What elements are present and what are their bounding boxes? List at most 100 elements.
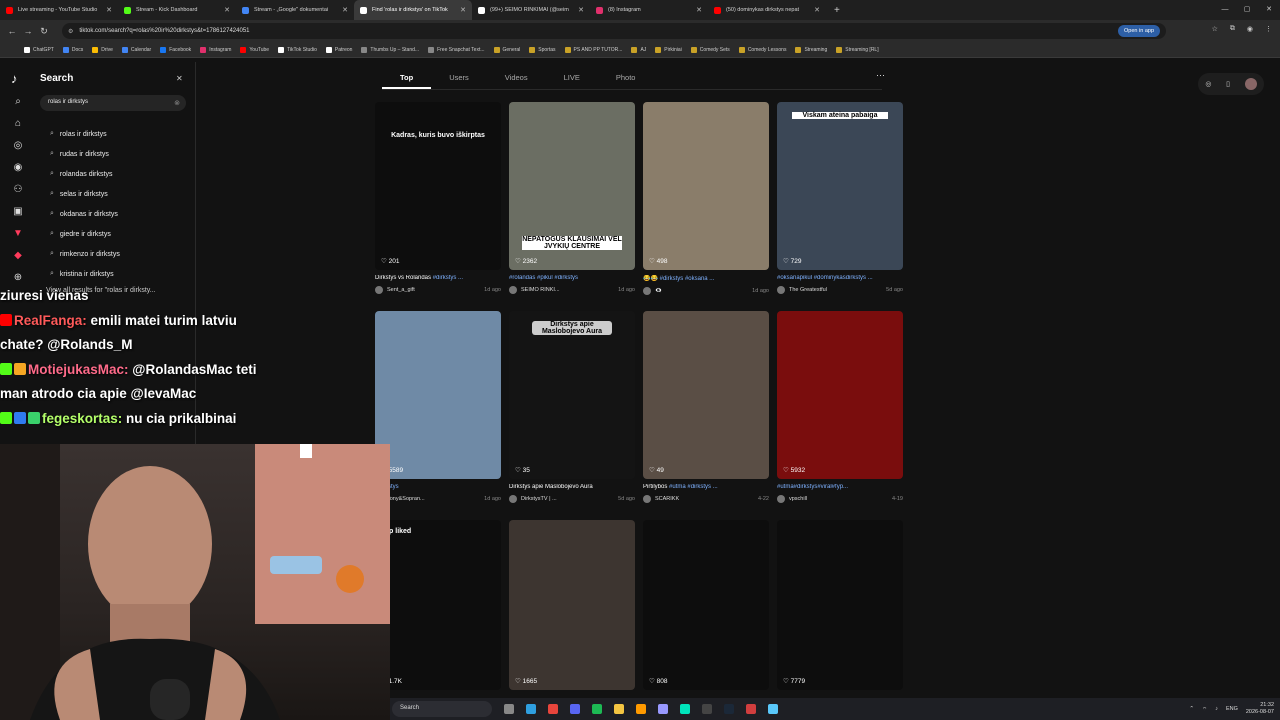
home-icon[interactable]: ⌂ bbox=[10, 118, 26, 140]
author-name[interactable]: Tony&Sopran... bbox=[387, 496, 425, 502]
browser-tab[interactable]: (50) dominykas dirkstys nepat ✕ bbox=[708, 0, 826, 20]
author-name[interactable]: SCARIKK bbox=[655, 496, 679, 502]
obs-icon[interactable] bbox=[702, 704, 712, 714]
bookmark-item[interactable]: Thumbs Up – Stand... bbox=[361, 46, 419, 53]
task-view-icon[interactable] bbox=[504, 704, 514, 714]
file-explorer-icon[interactable] bbox=[614, 704, 624, 714]
video-card[interactable]: ♡ 49 Pirtilybos #utma #dirkstys ... SCARIK… bbox=[643, 311, 769, 503]
browser-tab[interactable]: (8) Instagram ✕ bbox=[590, 0, 708, 20]
video-caption[interactable]: Pirtilybos #utma #dirkstys ... bbox=[643, 484, 769, 490]
suggestion-item[interactable]: ⌕ giedre ir dirkstys bbox=[50, 224, 120, 244]
video-caption[interactable]: #oksanapikul #dominykasdirkstys ... bbox=[777, 275, 903, 281]
phone-icon[interactable]: ▯ bbox=[1226, 80, 1230, 88]
bookmark-item[interactable]: ChatGPT bbox=[24, 46, 54, 53]
video-thumbnail[interactable]: Top liked♡ 1.7K bbox=[375, 520, 501, 690]
chrome-icon[interactable] bbox=[548, 704, 558, 714]
video-card[interactable]: Viskam ateina pabaiga ♡ 729 #oksanapikul #… bbox=[777, 102, 903, 294]
video-caption[interactable]: Dirkstys apie Maslobojevo Aura bbox=[509, 484, 635, 490]
avatar[interactable] bbox=[777, 495, 785, 503]
upload-icon[interactable]: ▣ bbox=[10, 206, 26, 228]
video-thumbnail[interactable]: NEPATOGUS KLAUSIMAI VEL JVYKIŲ CENTRE ♡ 2… bbox=[509, 102, 635, 270]
video-thumbnail[interactable]: ♡ 1665 bbox=[509, 520, 635, 690]
video-card[interactable]: ♡ 1665 bbox=[509, 520, 635, 700]
video-thumbnail[interactable]: ♡ 5589 bbox=[375, 311, 501, 479]
browser-tab[interactable]: Live streaming - YouTube Studio ✕ bbox=[0, 0, 118, 20]
audition-icon[interactable] bbox=[680, 704, 690, 714]
avatar[interactable] bbox=[777, 286, 785, 294]
bookmark-item[interactable]: TikTok Studio bbox=[278, 46, 317, 53]
suggestion-item[interactable]: ⌕ okdanas ir dirkstys bbox=[50, 204, 120, 224]
avatar[interactable] bbox=[509, 286, 517, 294]
close-tab-icon[interactable]: ✕ bbox=[696, 6, 702, 14]
video-thumbnail[interactable]: ♡ 808 bbox=[643, 520, 769, 690]
open-in-app-button[interactable]: Open in app bbox=[1118, 25, 1160, 37]
author-name[interactable]: 👁‍🗨 bbox=[655, 288, 662, 294]
edge-icon[interactable] bbox=[526, 704, 536, 714]
video-card[interactable]: Dirkstys apie Maslobojevo Aura ♡ 35 Dirkst… bbox=[509, 311, 635, 503]
avatar[interactable] bbox=[643, 287, 651, 295]
back-icon[interactable]: ← bbox=[4, 26, 20, 36]
volume-icon[interactable]: ♪ bbox=[1215, 706, 1218, 712]
bookmark-item[interactable]: Patreon bbox=[325, 46, 352, 53]
video-thumbnail[interactable]: ♡ 7779 bbox=[777, 520, 903, 690]
bookmark-item[interactable]: Instagram bbox=[200, 46, 231, 53]
clock[interactable]: 21:32 2026-08-07 bbox=[1246, 702, 1274, 716]
author-name[interactable]: The Greatestful bbox=[789, 287, 827, 293]
video-thumbnail[interactable]: Kadras, kuris buvo iškirptas ♡ 201 bbox=[375, 102, 501, 270]
bookmark-item[interactable]: Free Snapchat Text... bbox=[428, 46, 485, 53]
bookmark-folder[interactable]: Streaming [RL] bbox=[836, 46, 879, 53]
video-caption[interactable]: #dirkstys bbox=[375, 484, 501, 490]
bookmark-item[interactable]: YouTube bbox=[240, 46, 269, 53]
tab-videos[interactable]: Videos bbox=[487, 70, 546, 89]
forward-icon[interactable]: → bbox=[20, 26, 36, 36]
hashtags[interactable]: #rolandas #pikul #dirkstys bbox=[509, 275, 578, 281]
suggestion-item[interactable]: ⌕ kristina ir dirkstys bbox=[50, 264, 120, 284]
wifi-icon[interactable]: ⌔ bbox=[1202, 706, 1207, 713]
bookmark-item[interactable]: Docs bbox=[62, 46, 83, 53]
bookmark-folder[interactable]: Streaming bbox=[795, 46, 827, 53]
tab-photo[interactable]: Photo bbox=[598, 70, 654, 89]
menu-icon[interactable]: ⋮ bbox=[1265, 25, 1272, 33]
following-icon[interactable]: ⚇ bbox=[10, 184, 26, 206]
browser-tab[interactable]: (99+) SEIMO RINKIMAI (@seim ✕ bbox=[472, 0, 590, 20]
maximize-icon[interactable]: ▢ bbox=[1236, 0, 1258, 20]
close-window-icon[interactable]: ✕ bbox=[1258, 0, 1280, 20]
avatar[interactable] bbox=[643, 495, 651, 503]
taskbar-search-input[interactable]: Search bbox=[392, 701, 492, 717]
hashtags[interactable]: #oksanapikul #dominykasdirkstys ... bbox=[777, 275, 873, 281]
suggestion-item[interactable]: ⌕ rudas ir dirkstys bbox=[50, 144, 120, 164]
close-tab-icon[interactable]: ✕ bbox=[106, 6, 112, 14]
author-name[interactable]: SEIMO RINKI... bbox=[521, 287, 560, 293]
video-card[interactable]: ♡ 5589 #dirkstys Tony&Sopran... 1d ago bbox=[375, 311, 501, 503]
bookmark-star-icon[interactable]: ☆ bbox=[1212, 25, 1218, 33]
notepad-icon[interactable] bbox=[768, 704, 778, 714]
video-caption[interactable]: #rolandas #pikul #dirkstys bbox=[509, 275, 635, 281]
browser-tab[interactable]: Stream - „Google" dokumentai ✕ bbox=[236, 0, 354, 20]
activity-icon[interactable]: ▼ bbox=[10, 228, 26, 250]
hashtags[interactable]: #dirkstys #oksana ... bbox=[660, 276, 715, 282]
video-card[interactable]: ♡ 5932 #utma#dirkstys#viral#fyp... vpschil… bbox=[777, 311, 903, 503]
illustrator-icon[interactable] bbox=[636, 704, 646, 714]
site-info-icon[interactable]: ⚙ bbox=[68, 28, 73, 35]
search-icon[interactable]: ⌕ bbox=[10, 96, 26, 118]
after-effects-icon[interactable] bbox=[658, 704, 668, 714]
close-tab-icon[interactable]: ✕ bbox=[814, 6, 820, 14]
author-name[interactable]: vpschill bbox=[789, 496, 807, 502]
explore-icon[interactable]: ◎ bbox=[10, 140, 26, 162]
close-tab-icon[interactable]: ✕ bbox=[460, 6, 466, 14]
profile-avatar[interactable] bbox=[1244, 78, 1257, 90]
bookmark-folder[interactable]: Comedy Lessons bbox=[738, 46, 786, 53]
video-card[interactable]: ♡ 7779 bbox=[777, 520, 903, 700]
bookmark-folder[interactable]: Sportas bbox=[529, 46, 556, 53]
chevron-up-icon[interactable]: ⌃ bbox=[1189, 706, 1194, 712]
video-caption[interactable]: Dirkstys vs Rolandas #dirkstys ... bbox=[375, 275, 501, 281]
spotify-icon[interactable] bbox=[592, 704, 602, 714]
steam-icon[interactable] bbox=[724, 704, 734, 714]
bookmark-folder[interactable]: Pirkiniai bbox=[655, 46, 682, 53]
bookmark-item[interactable]: Calendar bbox=[121, 46, 151, 53]
bookmark-folder[interactable]: PS AND PP TUTOR... bbox=[564, 46, 622, 53]
video-card[interactable]: ♡ 808 bbox=[643, 520, 769, 700]
suggestion-item[interactable]: ⌕ rolas ir dirkstys bbox=[50, 124, 120, 144]
app-icon[interactable] bbox=[746, 704, 756, 714]
video-caption[interactable]: 😂😂 #dirkstys #oksana ... bbox=[643, 275, 769, 282]
